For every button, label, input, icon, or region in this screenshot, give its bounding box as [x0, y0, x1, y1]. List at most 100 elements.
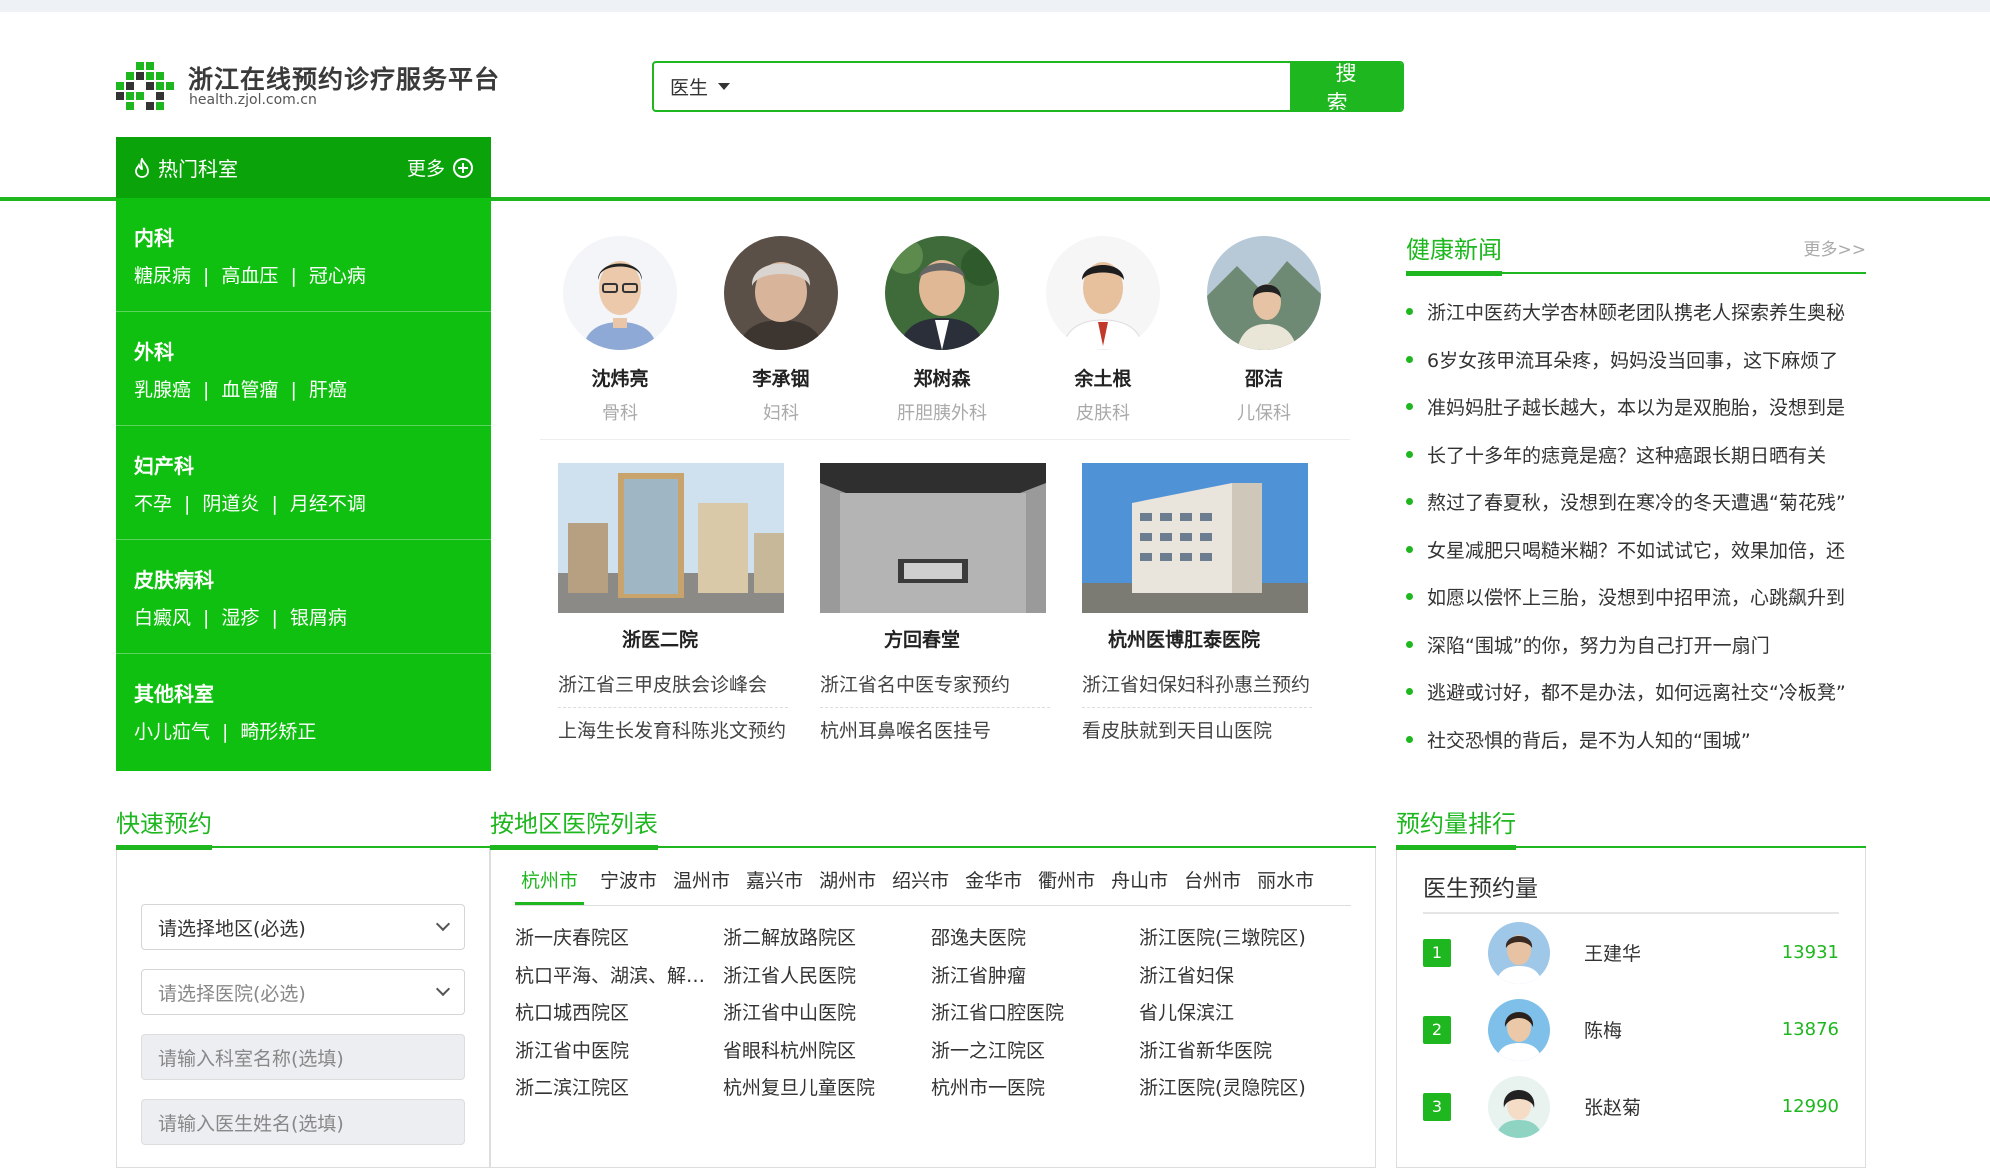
hospital-card: 方回春堂 浙江省名中医专家预约 杭州耳鼻喉名医挂号 — [802, 463, 1050, 754]
rank-row[interactable]: 2 陈梅 13876 — [1423, 991, 1839, 1068]
rank-row[interactable]: 3 张赵菊 12990 — [1423, 1068, 1839, 1145]
dept-link[interactable]: 糖尿病 — [134, 265, 191, 287]
news-item-title: 逃避或讨好，都不是办法，如何远离社交“冷板凳” — [1427, 682, 1846, 705]
hospital-link[interactable]: 省儿保滨江 — [1139, 995, 1347, 1033]
hospital-link[interactable]: 杭口平海、湖滨、解放路院区 — [515, 958, 723, 996]
hospital-link[interactable]: 邵逸夫医院 — [931, 920, 1139, 958]
hospital-link[interactable]: 浙江省新华医院 — [1139, 1033, 1347, 1071]
hospital-link[interactable]: 浙江省人民医院 — [723, 958, 931, 996]
featured-doctors: 沈炜亮 骨科 李承铟 妇科 郑树森 肝胆胰外科 余土根 皮肤科 邵洁 儿保科 — [540, 236, 1350, 440]
news-item[interactable]: 社交恐惧的背后，是不为人知的“围城” — [1406, 716, 1866, 764]
tab-city[interactable]: 金华市 — [965, 866, 1022, 905]
sidebar-more-link[interactable]: 更多 — [407, 154, 473, 181]
hospital-promo-link[interactable]: 浙江省妇保妇科孙惠兰预约 — [1082, 662, 1312, 708]
tab-city[interactable]: 宁波市 — [600, 866, 657, 905]
site-logo[interactable]: 浙江在线预约诊疗服务平台 health.zjol.com.cn — [116, 60, 499, 116]
hospital-name[interactable]: 方回春堂 — [802, 625, 1042, 652]
dept-category: 其他科室 小儿疝气 | 畸形矫正 — [116, 654, 491, 768]
dept-category-name[interactable]: 皮肤病科 — [134, 564, 473, 593]
tab-city[interactable]: 台州市 — [1184, 866, 1241, 905]
search-input[interactable] — [744, 63, 1290, 110]
hospital-link[interactable]: 浙二解放路院区 — [723, 920, 931, 958]
hospital-select[interactable]: 请选择医院(必选) — [141, 969, 465, 1015]
dept-link[interactable]: 高血压 — [221, 265, 278, 287]
doctor-card[interactable]: 郑树森 肝胆胰外科 — [862, 236, 1022, 425]
tab-city[interactable]: 湖州市 — [819, 866, 876, 905]
search-type-dropdown[interactable]: 医生 — [654, 63, 744, 110]
tab-city[interactable]: 杭州市 — [515, 866, 585, 905]
hospital-link[interactable]: 浙江医院(三墩院区) — [1139, 920, 1347, 958]
hospital-image[interactable] — [558, 463, 784, 613]
dept-link[interactable]: 冠心病 — [309, 265, 366, 287]
hospital-link[interactable]: 省眼科杭州院区 — [723, 1033, 931, 1071]
news-item-title: 准妈妈肚子越长越大，本以为是双胞胎，没想到是 — [1427, 397, 1846, 420]
hospital-promo-link[interactable]: 看皮肤就到天目山医院 — [1082, 708, 1312, 754]
hospital-link[interactable]: 浙江省肿瘤 — [931, 958, 1139, 996]
news-item[interactable]: 如愿以偿怀上三胎，没想到中招甲流，心跳飙升到 — [1406, 573, 1866, 621]
news-item[interactable]: 女星减肥只喝糙米糊？不如试试它，效果加倍，还 — [1406, 526, 1866, 574]
dept-category-name[interactable]: 内科 — [134, 222, 473, 251]
dept-link[interactable]: 白癜风 — [134, 607, 191, 629]
region-select[interactable]: 请选择地区(必选) — [141, 904, 465, 950]
news-item[interactable]: 长了十多年的痣竟是癌？这种癌跟长期日晒有关 — [1406, 431, 1866, 479]
doctor-card[interactable]: 沈炜亮 骨科 — [540, 236, 700, 425]
news-more-link[interactable]: 更多>> — [1804, 235, 1867, 272]
dept-link[interactable]: 畸形矫正 — [240, 721, 316, 743]
tab-city[interactable]: 丽水市 — [1257, 866, 1314, 905]
dept-category-name[interactable]: 外科 — [134, 336, 473, 365]
dept-link[interactable]: 小儿疝气 — [134, 721, 210, 743]
hospital-promo-link[interactable]: 浙江省三甲皮肤会诊峰会 — [558, 662, 788, 708]
hospital-link[interactable]: 浙江省中医院 — [515, 1033, 723, 1071]
dept-link[interactable]: 湿疹 — [221, 607, 259, 629]
hospital-link[interactable]: 杭州复旦儿童医院 — [723, 1070, 931, 1108]
dept-link[interactable]: 不孕 — [134, 493, 172, 515]
hospital-link[interactable]: 浙二滨江院区 — [515, 1070, 723, 1108]
dept-link[interactable]: 乳腺癌 — [134, 379, 191, 401]
hospital-link[interactable]: 浙一庆春院区 — [515, 920, 723, 958]
hospital-name[interactable]: 浙医二院 — [540, 625, 780, 652]
hospital-link[interactable]: 浙江医院(灵隐院区) — [1139, 1070, 1347, 1108]
news-item[interactable]: 熬过了春夏秋，没想到在寒冷的冬天遭遇“菊花残” — [1406, 478, 1866, 526]
hospital-image[interactable] — [820, 463, 1046, 613]
tab-city[interactable]: 绍兴市 — [892, 866, 949, 905]
dept-link[interactable]: 月经不调 — [290, 493, 366, 515]
dept-category-name[interactable]: 妇产科 — [134, 450, 473, 479]
news-item-title: 如愿以偿怀上三胎，没想到中招甲流，心跳飙升到 — [1427, 587, 1846, 610]
doctor-card[interactable]: 李承铟 妇科 — [701, 236, 861, 425]
quick-title: 快速预约 — [116, 804, 212, 850]
news-item[interactable]: 逃避或讨好，都不是办法，如何远离社交“冷板凳” — [1406, 668, 1866, 716]
dept-link[interactable]: 银屑病 — [290, 607, 347, 629]
doctor-card[interactable]: 邵洁 儿保科 — [1184, 236, 1344, 425]
tab-city[interactable]: 温州市 — [673, 866, 730, 905]
hospital-promo-link[interactable]: 浙江省名中医专家预约 — [820, 662, 1050, 708]
hospital-name[interactable]: 杭州医博肛泰医院 — [1064, 625, 1304, 652]
hospital-promo-link[interactable]: 上海生长发育科陈兆文预约 — [558, 708, 788, 754]
hospital-link[interactable]: 杭口城西院区 — [515, 995, 723, 1033]
hospital-link[interactable]: 浙一之江院区 — [931, 1033, 1139, 1071]
doctor-avatar — [1046, 236, 1160, 350]
dept-link[interactable]: 肝癌 — [309, 379, 347, 401]
hospital-link[interactable]: 浙江省中山医院 — [723, 995, 931, 1033]
news-item[interactable]: 6岁女孩甲流耳朵疼，妈妈没当回事，这下麻烦了 — [1406, 336, 1866, 384]
dept-input[interactable]: 请输入科室名称(选填) — [141, 1034, 465, 1080]
search-button[interactable]: 搜 索 — [1290, 63, 1402, 110]
hospital-promo-link[interactable]: 杭州耳鼻喉名医挂号 — [820, 708, 1050, 754]
doctor-card[interactable]: 余土根 皮肤科 — [1023, 236, 1183, 425]
tab-city[interactable]: 衢州市 — [1038, 866, 1095, 905]
doctor-dept: 儿保科 — [1237, 403, 1291, 424]
dept-link[interactable]: 血管瘤 — [221, 379, 278, 401]
dept-link[interactable]: 阴道炎 — [202, 493, 259, 515]
hospital-link[interactable]: 浙江省口腔医院 — [931, 995, 1139, 1033]
tab-city[interactable]: 嘉兴市 — [746, 866, 803, 905]
hospital-link[interactable]: 杭州市一医院 — [931, 1070, 1139, 1108]
hospital-link[interactable]: 浙江省妇保 — [1139, 958, 1347, 996]
hospital-image[interactable] — [1082, 463, 1308, 613]
news-item[interactable]: 准妈妈肚子越长越大，本以为是双胞胎，没想到是 — [1406, 383, 1866, 431]
news-item[interactable]: 深陷“围城”的你，努力为自己打开一扇门 — [1406, 621, 1866, 669]
doctor-input[interactable]: 请输入医生姓名(选填) — [141, 1099, 465, 1145]
rank-row[interactable]: 1 王建华 13931 — [1423, 914, 1839, 991]
tab-city[interactable]: 舟山市 — [1111, 866, 1168, 905]
news-item[interactable]: 浙江中医药大学杏林颐老团队携老人探索养生奥秘 — [1406, 288, 1866, 336]
rank-panel: 医生预约量 1 王建华 13931 2 陈梅 13876 3 张赵菊 12990 — [1396, 848, 1866, 1168]
dept-category-name[interactable]: 其他科室 — [134, 678, 473, 707]
